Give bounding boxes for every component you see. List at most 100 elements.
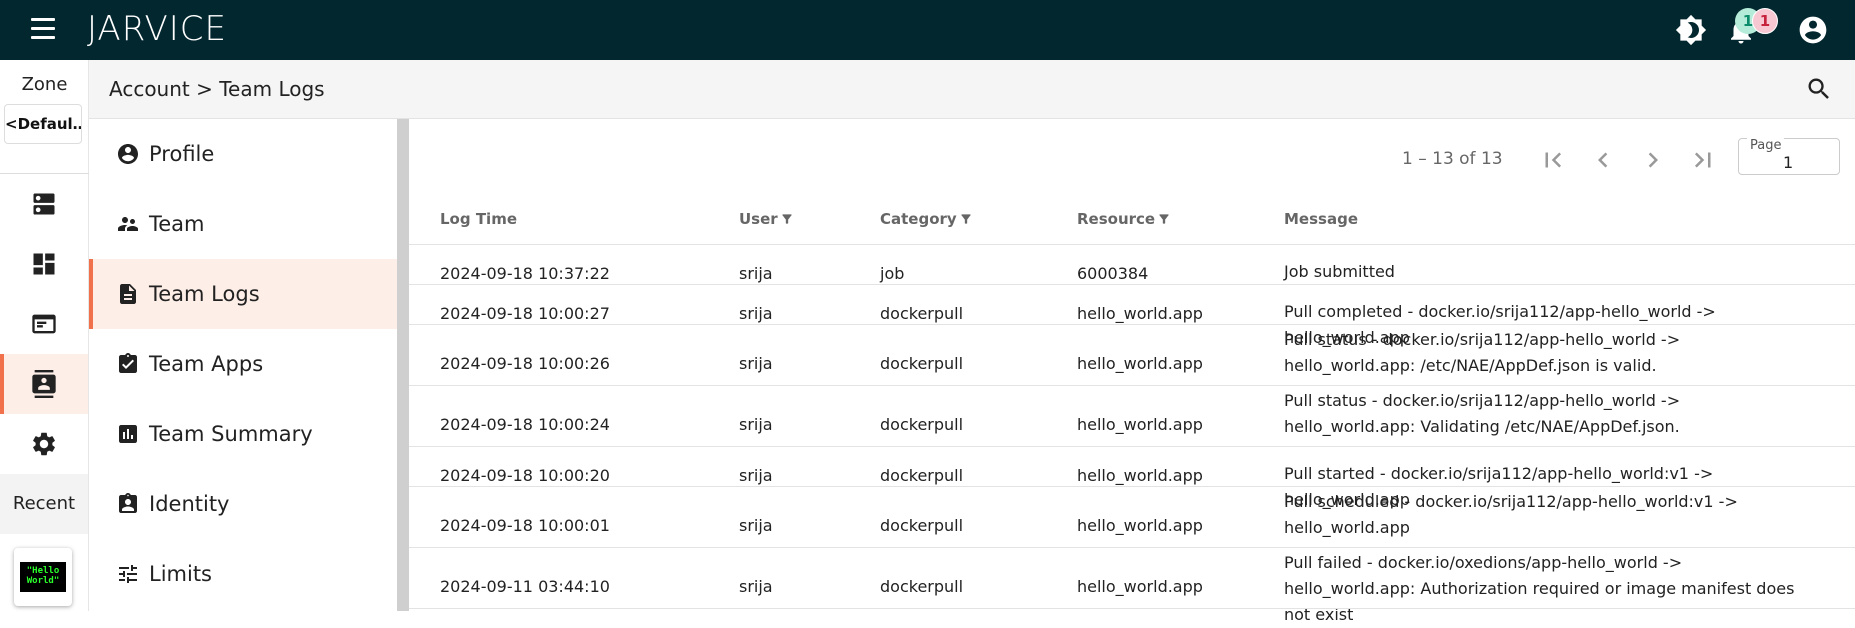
rail-item-jobs[interactable] — [0, 294, 88, 354]
last-page-icon[interactable] — [1688, 145, 1718, 175]
cell-resource: hello_world.app — [1077, 577, 1203, 596]
recent-label: Recent — [0, 474, 88, 534]
account-menu: Profile Team Team Logs Team Apps Team Su… — [89, 119, 397, 611]
cell-resource: hello_world.app — [1077, 304, 1203, 323]
menu-item-team[interactable]: Team — [89, 189, 397, 259]
menu-item-label: Limits — [149, 562, 212, 586]
menu-item-team-summary[interactable]: Team Summary — [89, 399, 397, 469]
menu-item-label: Team — [149, 212, 205, 236]
column-header-log-time[interactable]: Log Time — [440, 210, 517, 228]
cell-message: Pull status - docker.io/srija112/app-hel… — [1284, 330, 1681, 375]
badge-icon — [119, 493, 137, 513]
rail-item-account[interactable] — [0, 354, 88, 414]
menu-item-team-logs[interactable]: Team Logs — [89, 259, 397, 329]
menu-item-limits[interactable]: Limits — [89, 539, 397, 609]
contact-icon — [32, 370, 56, 398]
header-divider — [409, 244, 1855, 245]
column-header-message[interactable]: Message — [1284, 210, 1358, 228]
cell-user: srija — [739, 415, 773, 434]
cell-category: dockerpull — [880, 466, 964, 485]
rail-item-compute[interactable] — [0, 174, 88, 234]
tune-icon — [119, 565, 137, 583]
cell-user: srija — [739, 304, 773, 323]
document-icon — [120, 284, 136, 304]
cell-category: dockerpull — [880, 354, 964, 373]
page-number-field[interactable]: Page 1 — [1738, 138, 1840, 175]
left-rail: Zone <Defaul… Recent "Hello World" — [0, 60, 89, 611]
cell-resource: 6000384 — [1077, 264, 1149, 283]
cell-message: Pull failed - docker.io/oxedions/app-hel… — [1284, 553, 1795, 624]
cell-user: srija — [739, 577, 773, 596]
cell-log-time: 2024-09-11 03:44:10 — [440, 577, 610, 596]
next-page-icon[interactable] — [1638, 145, 1668, 175]
cell-category: dockerpull — [880, 516, 964, 535]
search-icon[interactable] — [1805, 75, 1833, 103]
row-divider — [409, 385, 1855, 386]
cell-user: srija — [739, 516, 773, 535]
cell-log-time: 2024-09-18 10:00:27 — [440, 304, 610, 323]
notification-badge-pink[interactable]: 1 — [1752, 8, 1778, 34]
cell-message: Pull scheduled - docker.io/srija112/app-… — [1284, 492, 1738, 537]
row-divider — [409, 446, 1855, 447]
bar-chart-icon — [119, 425, 137, 443]
cell-resource: hello_world.app — [1077, 354, 1203, 373]
row-divider — [409, 486, 1855, 487]
cell-message: Pull status - docker.io/srija112/app-hel… — [1284, 391, 1681, 436]
previous-page-icon[interactable] — [1588, 145, 1618, 175]
pagination-range: 1 – 13 of 13 — [1402, 149, 1503, 169]
zone-label: Zone — [21, 74, 68, 95]
menu-item-label: Profile — [149, 142, 215, 166]
menu-item-profile[interactable]: Profile — [89, 119, 397, 189]
first-page-icon[interactable] — [1538, 145, 1568, 175]
breadcrumb: Account > Team Logs — [109, 77, 325, 101]
row-divider — [409, 608, 1855, 609]
server-icon — [33, 193, 55, 215]
cell-log-time: 2024-09-18 10:37:22 — [440, 264, 610, 283]
cell-category: dockerpull — [880, 415, 964, 434]
breadcrumb-bar: Account > Team Logs — [89, 60, 1855, 119]
column-header-user[interactable]: User — [739, 210, 794, 228]
column-header-category[interactable]: Category — [880, 210, 973, 228]
rail-item-settings[interactable] — [0, 414, 88, 474]
top-app-bar: JARVICE 1 1 — [0, 0, 1855, 60]
menu-item-team-apps[interactable]: Team Apps — [89, 329, 397, 399]
row-divider — [409, 324, 1855, 325]
account-circle-icon[interactable] — [1797, 14, 1829, 46]
page-label: Page — [1747, 138, 1785, 153]
cell-category: dockerpull — [880, 577, 964, 596]
menu-item-identity[interactable]: Identity — [89, 469, 397, 539]
gear-icon — [33, 432, 55, 456]
filter-icon[interactable] — [959, 212, 973, 226]
column-header-resource[interactable]: Resource — [1077, 210, 1171, 228]
cell-log-time: 2024-09-18 10:00:26 — [440, 354, 610, 373]
menu-item-label: Team Summary — [149, 422, 313, 446]
filter-icon[interactable] — [1157, 212, 1171, 226]
brightness-icon[interactable] — [1675, 14, 1707, 46]
cell-resource: hello_world.app — [1077, 516, 1203, 535]
row-divider — [409, 284, 1855, 285]
page-value[interactable]: 1 — [1783, 153, 1793, 172]
cell-resource: hello_world.app — [1077, 466, 1203, 485]
cell-log-time: 2024-09-18 10:00:01 — [440, 516, 610, 535]
menu-item-label: Team Apps — [149, 352, 264, 376]
recent-app-hello-world[interactable]: "Hello World" — [14, 548, 72, 606]
dashboard-icon — [33, 253, 55, 275]
account-circle-icon — [118, 144, 138, 164]
terminal-icon — [32, 314, 56, 334]
people-icon — [118, 217, 138, 231]
zone-select[interactable]: <Defaul… — [4, 104, 82, 144]
filter-icon[interactable] — [780, 212, 794, 226]
panel-divider — [397, 119, 409, 611]
cell-user: srija — [739, 264, 773, 283]
row-divider — [409, 547, 1855, 548]
menu-icon[interactable] — [26, 18, 60, 42]
clipboard-check-icon — [119, 353, 137, 373]
menu-item-label: Identity — [149, 492, 230, 516]
cell-log-time: 2024-09-18 10:00:24 — [440, 415, 610, 434]
cell-resource: hello_world.app — [1077, 415, 1203, 434]
brand-logo[interactable]: JARVICE — [87, 9, 227, 49]
cell-user: srija — [739, 466, 773, 485]
rail-item-dashboard[interactable] — [0, 234, 88, 294]
menu-item-label: Team Logs — [149, 282, 260, 306]
cell-category: job — [880, 264, 905, 283]
